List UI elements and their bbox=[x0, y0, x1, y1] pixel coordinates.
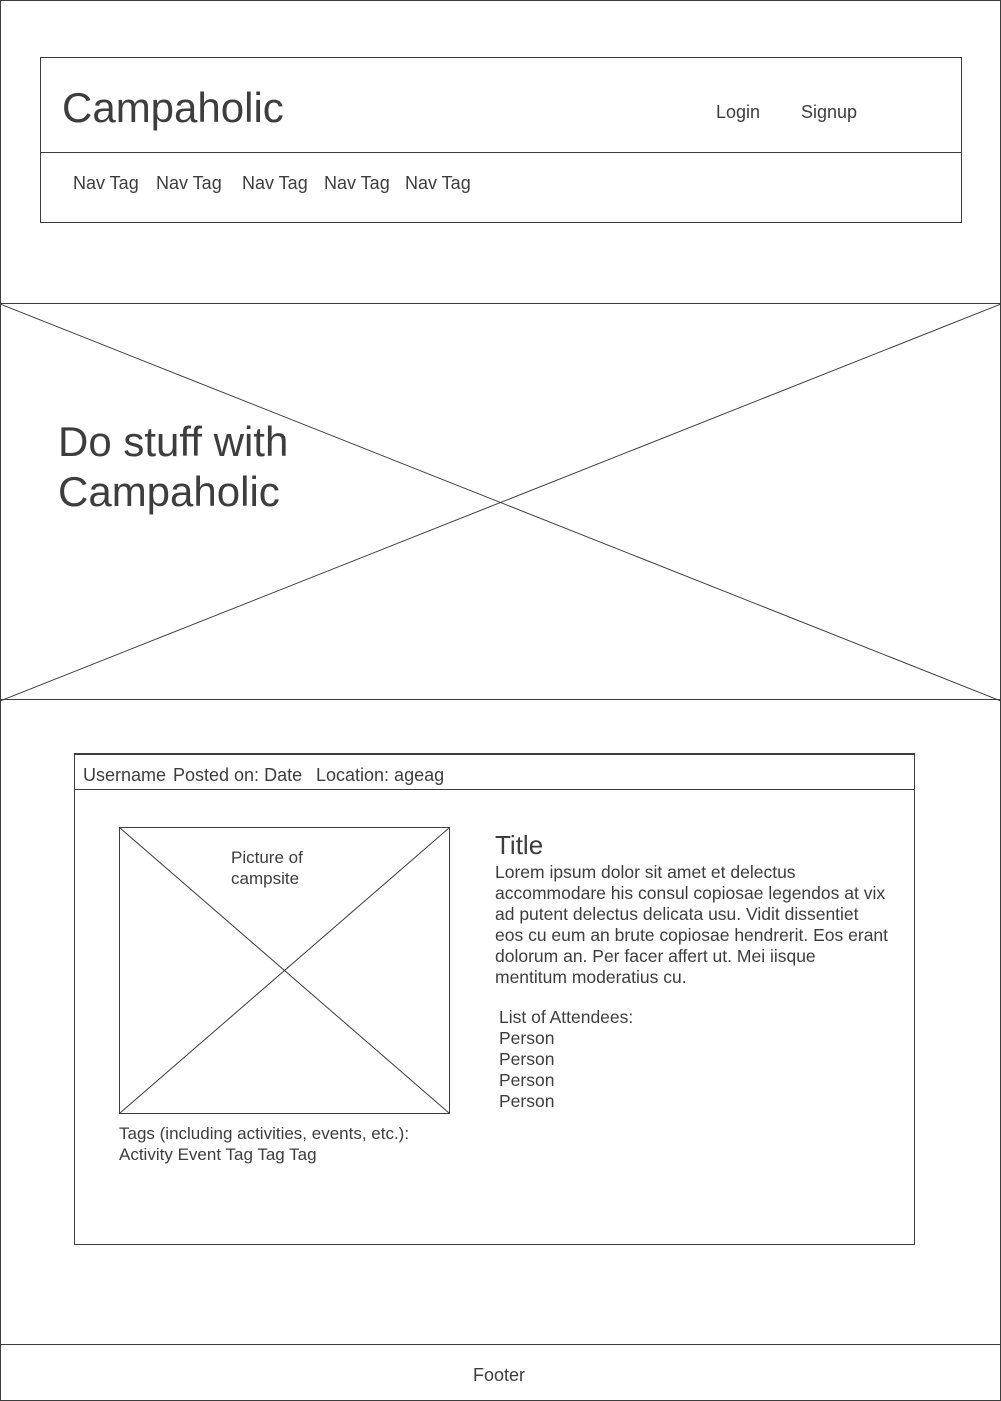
signup-link[interactable]: Signup bbox=[801, 102, 857, 122]
post-meta-bar: Username Posted on: Date Location: ageag bbox=[75, 754, 914, 790]
post-username[interactable]: Username bbox=[83, 765, 166, 785]
post-date: Posted on: Date bbox=[173, 765, 303, 785]
site-brand[interactable]: Campaholic bbox=[62, 84, 284, 132]
hero-heading: Do stuff with Campaholic bbox=[58, 417, 378, 517]
login-link[interactable]: Login bbox=[716, 102, 760, 122]
post-location: Location: ageag bbox=[316, 765, 445, 785]
post-card: Username Posted on: Date Location: ageag… bbox=[74, 753, 915, 1245]
attendees-label: List of Attendees: bbox=[499, 1007, 634, 1027]
post-body: Lorem ipsum dolor sit amet et delectus a… bbox=[495, 862, 889, 987]
photo-label: Picture of campsite bbox=[231, 848, 303, 888]
nav-tag[interactable]: Nav Tag bbox=[405, 172, 471, 194]
attendee-item[interactable]: Person bbox=[499, 1070, 633, 1091]
site-footer: Footer bbox=[0, 1344, 1001, 1401]
tags-label: Tags (including activities, events, etc.… bbox=[119, 1124, 410, 1143]
header-divider bbox=[41, 152, 961, 153]
tags-list: Activity Event Tag Tag Tag bbox=[119, 1144, 317, 1165]
nav-tag[interactable]: Nav Tag bbox=[156, 172, 222, 194]
hero-heading-line: Do stuff with bbox=[58, 418, 289, 465]
attendee-item[interactable]: Person bbox=[499, 1049, 633, 1070]
hero-heading-line: Campaholic bbox=[58, 468, 280, 515]
tag-item[interactable]: Tag bbox=[225, 1145, 252, 1164]
footer-text: Footer bbox=[472, 1365, 526, 1385]
attendee-item[interactable]: Person bbox=[499, 1091, 633, 1112]
nav-tag[interactable]: Nav Tag bbox=[73, 172, 139, 194]
nav-tag[interactable]: Nav Tag bbox=[242, 172, 308, 194]
attendee-item[interactable]: Person bbox=[499, 1028, 633, 1049]
tag-item[interactable]: Tag bbox=[257, 1145, 284, 1164]
tag-item[interactable]: Tag bbox=[289, 1145, 316, 1164]
hero-banner: Do stuff with Campaholic bbox=[0, 303, 1001, 701]
campsite-photo-placeholder: Picture of campsite bbox=[119, 827, 450, 1114]
tag-event[interactable]: Event bbox=[178, 1145, 221, 1164]
attendees-list: List of Attendees: Person Person Person … bbox=[499, 1007, 633, 1112]
post-title: Title bbox=[495, 830, 544, 860]
tag-activity[interactable]: Activity bbox=[119, 1145, 173, 1164]
nav-tag[interactable]: Nav Tag bbox=[324, 172, 390, 194]
site-header: Campaholic Login Signup Nav Tag Nav Tag … bbox=[40, 57, 962, 223]
